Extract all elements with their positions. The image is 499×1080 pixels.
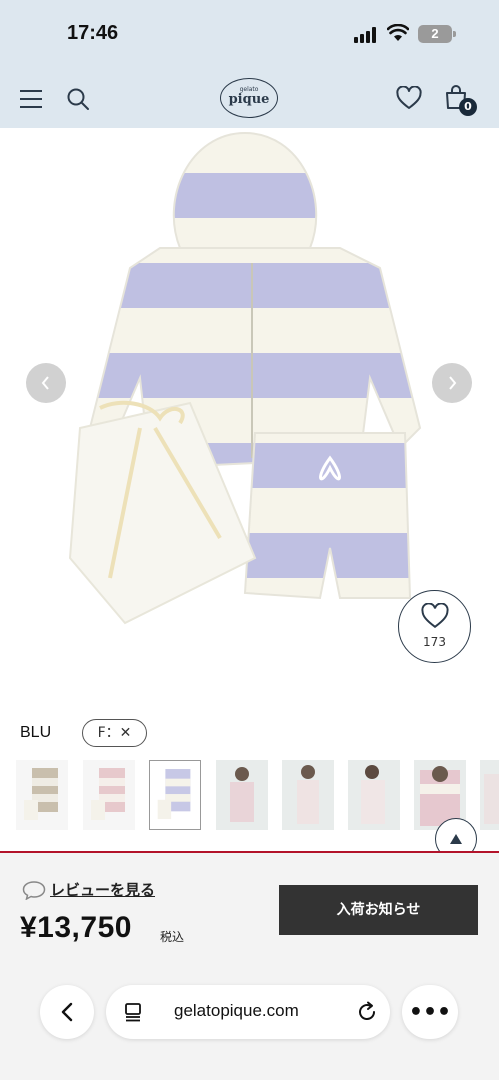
heart-icon[interactable]: [396, 86, 422, 110]
review-link[interactable]: レビューを見る: [22, 879, 155, 900]
speech-bubble-icon: [22, 880, 46, 900]
product-image[interactable]: [40, 128, 460, 688]
thumbnail-strip: [16, 760, 499, 830]
chevron-right-icon[interactable]: [432, 363, 472, 403]
tax-label: 税込: [160, 930, 185, 944]
battery-tip: [453, 31, 456, 37]
chevron-left-icon[interactable]: [26, 363, 66, 403]
tabs-icon[interactable]: [124, 1002, 142, 1022]
thumbnail-blue[interactable]: [149, 760, 201, 830]
hamburger-icon[interactable]: [20, 88, 42, 108]
cart-count-badge: 0: [459, 98, 477, 116]
product-price: ¥13,750: [20, 911, 132, 944]
chevron-up-icon: [450, 834, 462, 844]
purchase-bar: レビューを見る ¥13,750 税込 入荷お知らせ gelatopique.co…: [0, 853, 499, 1080]
back-button[interactable]: [40, 985, 94, 1039]
thumbnail-pink[interactable]: [83, 760, 135, 830]
color-name: BLU: [20, 724, 52, 741]
size-option[interactable]: F：✕: [82, 719, 147, 747]
thumbnail-brown[interactable]: [16, 760, 68, 830]
favorite-count: 173: [423, 635, 446, 649]
address-bar[interactable]: gelatopique.com: [106, 985, 390, 1039]
cellular-signal-icon: [354, 27, 380, 43]
review-link-text: レビューを見る: [50, 881, 156, 899]
battery-indicator: 2: [418, 25, 452, 43]
search-icon[interactable]: [66, 87, 90, 111]
site-header: gelato pique 0: [0, 70, 499, 128]
thumbnail-model-2[interactable]: [282, 760, 334, 830]
back-icon: [61, 1002, 73, 1022]
brand-logo[interactable]: gelato pique: [220, 78, 278, 118]
status-bar: 17:46 2: [0, 0, 499, 70]
more-icon[interactable]: •••: [402, 985, 458, 1039]
favorite-button[interactable]: 173: [398, 590, 471, 663]
url-text: gelatopique.com: [174, 1001, 299, 1020]
restock-notify-button[interactable]: 入荷お知らせ: [279, 885, 478, 935]
thumbnail-model-5[interactable]: [480, 760, 499, 830]
wifi-icon: [387, 24, 409, 41]
heart-icon: [420, 602, 449, 629]
thumbnail-model-3[interactable]: [348, 760, 400, 830]
logo-main-text: pique: [228, 92, 270, 107]
reload-icon[interactable]: [356, 1001, 378, 1023]
status-time: 17:46: [67, 22, 119, 44]
thumbnail-model-1[interactable]: [216, 760, 268, 830]
